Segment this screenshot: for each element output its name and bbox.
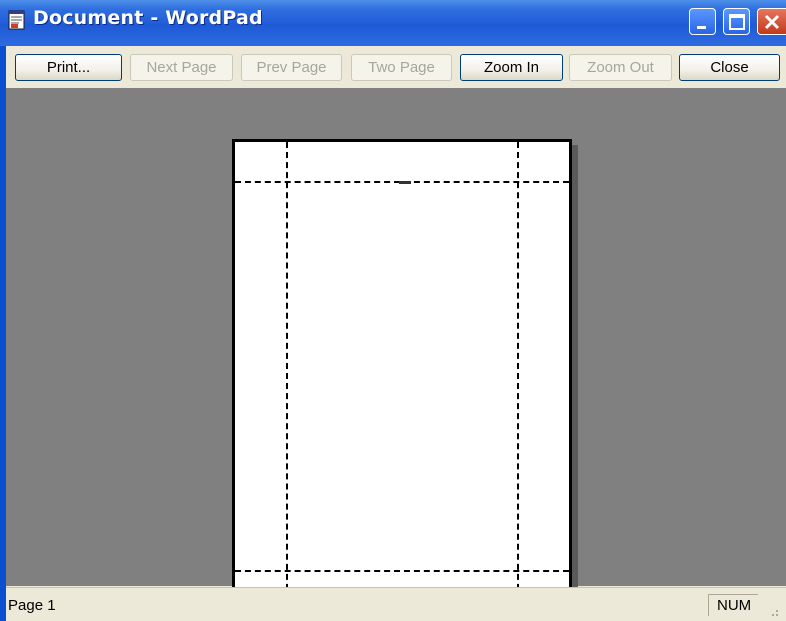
status-num-lock: NUM	[708, 594, 758, 616]
zoom-in-button[interactable]: Zoom In	[460, 54, 563, 81]
window-title: Document - WordPad	[33, 7, 263, 29]
print-button[interactable]: Print...	[15, 54, 122, 81]
wordpad-print-preview-window: Document - WordPad Print... Next Page Pr…	[0, 0, 786, 621]
preview-area[interactable]	[6, 88, 786, 619]
text-mark	[399, 181, 411, 184]
two-page-button[interactable]: Two Page	[351, 54, 452, 81]
maximize-button[interactable]	[723, 8, 750, 35]
wordpad-app-icon[interactable]	[8, 10, 25, 30]
minimize-icon	[697, 26, 706, 29]
next-page-button[interactable]: Next Page	[130, 54, 233, 81]
close-preview-button[interactable]: Close	[679, 54, 780, 81]
status-bar: Page 1 NUM	[6, 587, 786, 621]
close-window-button[interactable]	[757, 8, 786, 35]
right-margin-guide	[517, 142, 519, 610]
preview-page[interactable]	[232, 139, 572, 613]
preview-toolbar: Print... Next Page Prev Page Two Page Zo…	[6, 46, 786, 88]
close-icon	[764, 14, 780, 30]
minimize-button[interactable]	[689, 8, 716, 35]
resize-grip-icon[interactable]	[764, 602, 782, 620]
prev-page-button[interactable]: Prev Page	[241, 54, 342, 81]
zoom-out-button[interactable]: Zoom Out	[569, 54, 672, 81]
status-page-indicator: Page 1	[8, 597, 56, 614]
left-margin-guide	[286, 142, 288, 610]
client-area: Print... Next Page Prev Page Two Page Zo…	[6, 46, 786, 621]
title-bar[interactable]: Document - WordPad	[0, 0, 786, 46]
maximize-icon	[729, 14, 745, 30]
